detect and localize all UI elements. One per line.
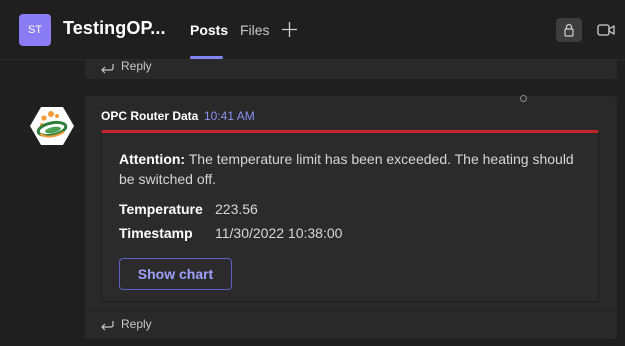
- fact-label-timestamp: Timestamp: [119, 225, 193, 241]
- reply-icon: [101, 64, 114, 74]
- team-avatar[interactable]: ST: [19, 14, 51, 46]
- reply-bar[interactable]: Reply: [85, 311, 617, 339]
- previous-reply-bar[interactable]: Reply: [85, 59, 617, 79]
- more-options-icon[interactable]: [520, 95, 527, 102]
- show-chart-label: Show chart: [137, 266, 214, 282]
- tab-files[interactable]: Files: [240, 22, 270, 38]
- lock-icon: [564, 23, 574, 37]
- add-tab-icon[interactable]: [281, 21, 298, 38]
- message-time: 10:41 AM: [204, 109, 255, 123]
- channel-header: ST TestingOP... Posts Files: [0, 0, 625, 60]
- fact-value-timestamp: 11/30/2022 10:38:00: [215, 225, 343, 241]
- active-tab-indicator: [190, 56, 223, 59]
- fact-value-temperature: 223.56: [215, 201, 258, 217]
- attention-message: The temperature limit has been exceeded.…: [119, 151, 574, 187]
- team-name[interactable]: TestingOP...: [63, 18, 166, 39]
- attention-prefix: Attention:: [119, 151, 186, 167]
- video-call-icon[interactable]: [597, 22, 615, 38]
- reply-icon: [101, 321, 114, 331]
- reply-link[interactable]: Reply: [121, 59, 152, 73]
- meeting-lock-button[interactable]: [556, 18, 582, 42]
- attention-text: Attention: The temperature limit has bee…: [119, 149, 589, 189]
- show-chart-button[interactable]: Show chart: [119, 258, 232, 290]
- bot-avatar[interactable]: [30, 104, 74, 148]
- sender-name[interactable]: OPC Router Data: [101, 109, 198, 123]
- reply-link[interactable]: Reply: [121, 317, 152, 331]
- tab-posts[interactable]: Posts: [190, 22, 228, 38]
- fact-label-temperature: Temperature: [119, 201, 203, 217]
